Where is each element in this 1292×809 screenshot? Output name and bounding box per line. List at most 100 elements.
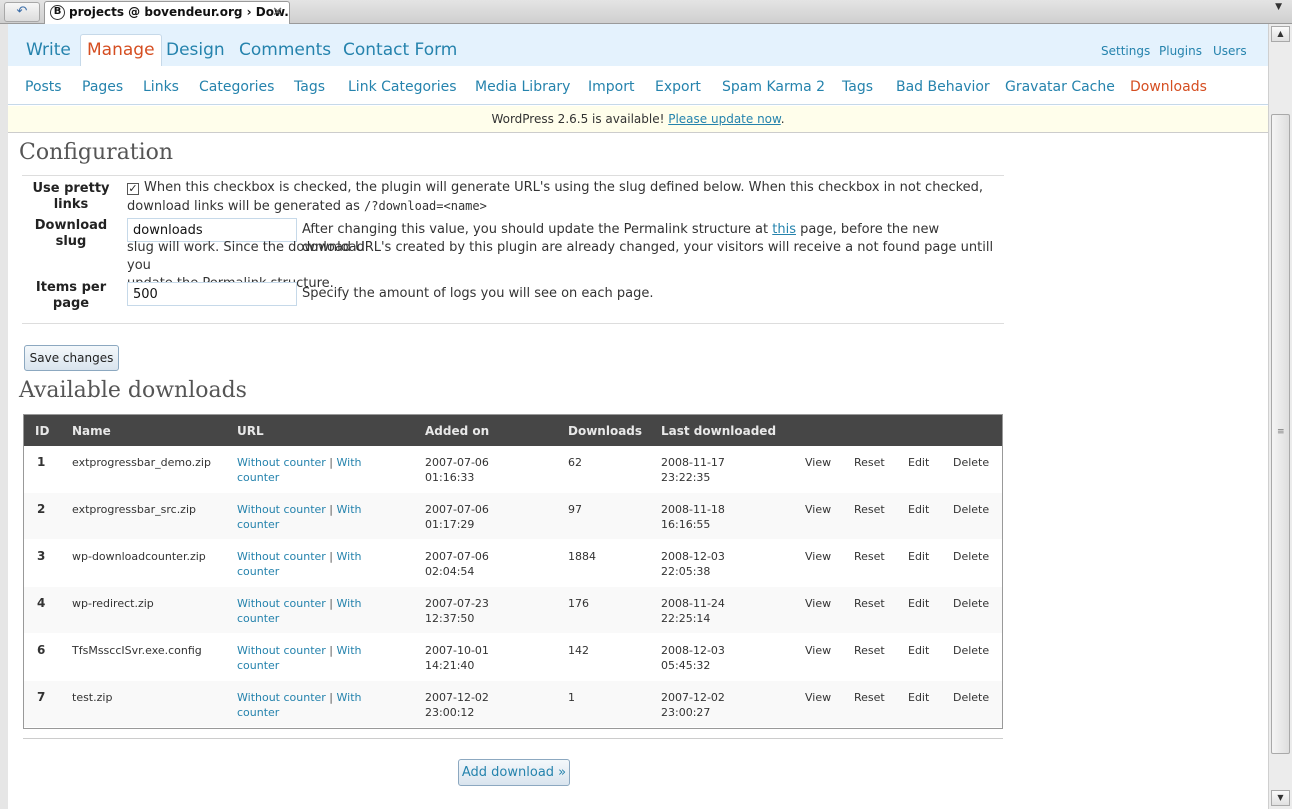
table-row: 7 test.zip Without counter | With counter…: [24, 681, 1002, 728]
url-separator: |: [325, 456, 337, 469]
without-counter-link[interactable]: Without counter: [237, 597, 326, 610]
reset-link[interactable]: Reset: [854, 690, 885, 705]
menu-design[interactable]: Design: [166, 40, 225, 60]
configuration-form: Use pretty links ✓ When this checkbox is …: [22, 175, 1004, 324]
vertical-scrollbar[interactable]: ▲ ≡ ▼: [1268, 24, 1292, 809]
view-link[interactable]: View: [805, 596, 831, 611]
with-counter-link-line1: With: [336, 597, 362, 610]
reset-link[interactable]: Reset: [854, 596, 885, 611]
submenu-link-categories[interactable]: Link Categories: [348, 79, 457, 95]
view-link[interactable]: View: [805, 549, 831, 564]
row-name: TfsMssccISvr.exe.config: [72, 644, 202, 657]
reset-link[interactable]: Reset: [854, 549, 885, 564]
row-added-date: 2007-07-06: [425, 456, 489, 469]
row-download-count: 97: [568, 503, 582, 516]
submenu-spam-karma[interactable]: Spam Karma 2: [722, 79, 825, 95]
submenu-tags[interactable]: Tags: [294, 79, 325, 95]
reset-link[interactable]: Reset: [854, 502, 885, 517]
available-downloads-heading: Available downloads: [19, 378, 247, 403]
submenu-downloads[interactable]: Downloads: [1130, 79, 1207, 95]
reset-link[interactable]: Reset: [854, 643, 885, 658]
row-download-count: 62: [568, 456, 582, 469]
submenu-export[interactable]: Export: [655, 79, 701, 95]
menu-write[interactable]: Write: [26, 40, 71, 60]
without-counter-link[interactable]: Without counter: [237, 456, 326, 469]
submenu-links[interactable]: Links: [143, 79, 179, 95]
tab-close-icon[interactable]: ✕: [272, 2, 283, 23]
permalink-page-link[interactable]: this: [772, 222, 796, 237]
row-id: 3: [37, 549, 46, 563]
row-url: Without counter | With counter: [237, 596, 362, 626]
edit-link[interactable]: Edit: [908, 596, 929, 611]
row-name: wp-redirect.zip: [72, 597, 154, 610]
submenu-categories[interactable]: Categories: [199, 79, 274, 95]
submenu-posts[interactable]: Posts: [25, 79, 62, 95]
menu-manage[interactable]: Manage: [80, 34, 162, 67]
download-slug-label: Download slug: [30, 218, 112, 250]
without-counter-link[interactable]: Without counter: [237, 691, 326, 704]
reset-link[interactable]: Reset: [854, 455, 885, 470]
save-changes-button[interactable]: Save changes: [24, 345, 119, 371]
url-separator: |: [325, 550, 337, 563]
submenu-import[interactable]: Import: [588, 79, 634, 95]
pretty-links-checkbox[interactable]: ✓: [127, 183, 139, 195]
submenu-pages[interactable]: Pages: [82, 79, 123, 95]
row-url: Without counter | With counter: [237, 549, 362, 579]
scrollbar-thumb[interactable]: ≡: [1271, 114, 1290, 754]
scroll-down-arrow-icon[interactable]: ▼: [1271, 790, 1290, 806]
edit-link[interactable]: Edit: [908, 690, 929, 705]
delete-link[interactable]: Delete: [953, 596, 989, 611]
row-id: 2: [37, 502, 46, 516]
update-now-link[interactable]: Please update now: [668, 112, 781, 126]
edit-link[interactable]: Edit: [908, 502, 929, 517]
back-history-icon[interactable]: ↶: [4, 2, 40, 22]
row-name: extprogressbar_demo.zip: [72, 456, 211, 469]
row-download-count: 1884: [568, 550, 596, 563]
delete-link[interactable]: Delete: [953, 643, 989, 658]
view-link[interactable]: View: [805, 455, 831, 470]
without-counter-link[interactable]: Without counter: [237, 644, 326, 657]
header-id: ID: [35, 424, 50, 438]
tab-list-chevron-icon[interactable]: ▼: [1275, 2, 1282, 12]
row-added-on: 2007-07-06 01:17:29: [425, 502, 489, 532]
edit-link[interactable]: Edit: [908, 643, 929, 658]
row-added-on: 2007-10-01 14:21:40: [425, 643, 489, 673]
admin-top-nav: Write Manage Design Comments Contact For…: [8, 24, 1268, 67]
submenu-gravatar-cache[interactable]: Gravatar Cache: [1005, 79, 1115, 95]
submenu-media-library[interactable]: Media Library: [475, 79, 570, 95]
view-link[interactable]: View: [805, 643, 831, 658]
delete-link[interactable]: Delete: [953, 455, 989, 470]
menu-settings[interactable]: Settings: [1101, 44, 1150, 58]
edit-link[interactable]: Edit: [908, 549, 929, 564]
row-added-on: 2007-07-06 02:04:54: [425, 549, 489, 579]
row-last-time: 16:16:55: [661, 518, 711, 531]
delete-link[interactable]: Delete: [953, 549, 989, 564]
row-url: Without counter | With counter: [237, 502, 362, 532]
delete-link[interactable]: Delete: [953, 502, 989, 517]
row-added-date: 2007-12-02: [425, 691, 489, 704]
row-id: 6: [37, 643, 46, 657]
add-download-button[interactable]: Add download »: [458, 759, 570, 786]
row-added-time: 14:21:40: [425, 659, 475, 672]
header-url: URL: [237, 424, 264, 438]
submenu-bad-behavior[interactable]: Bad Behavior: [896, 79, 990, 95]
view-link[interactable]: View: [805, 502, 831, 517]
menu-plugins[interactable]: Plugins: [1159, 44, 1202, 58]
with-counter-link-line1: With: [336, 456, 362, 469]
edit-link[interactable]: Edit: [908, 455, 929, 470]
without-counter-link[interactable]: Without counter: [237, 550, 326, 563]
table-row: 3 wp-downloadcounter.zip Without counter…: [24, 540, 1002, 587]
scroll-up-arrow-icon[interactable]: ▲: [1271, 26, 1290, 42]
menu-users[interactable]: Users: [1213, 44, 1247, 58]
items-per-page-input[interactable]: [127, 282, 297, 306]
delete-link[interactable]: Delete: [953, 690, 989, 705]
pretty-links-code: /?download=<name>: [364, 199, 487, 213]
without-counter-link[interactable]: Without counter: [237, 503, 326, 516]
submenu-tags-2[interactable]: Tags: [842, 79, 873, 95]
url-separator: |: [325, 691, 337, 704]
menu-contact-form[interactable]: Contact Form: [343, 40, 457, 60]
menu-comments[interactable]: Comments: [239, 40, 331, 60]
browser-tab[interactable]: B projects @ bovendeur.org › Dow... ✕: [44, 1, 290, 24]
admin-sub-nav: Posts Pages Links Categories Tags Link C…: [8, 66, 1268, 105]
view-link[interactable]: View: [805, 690, 831, 705]
